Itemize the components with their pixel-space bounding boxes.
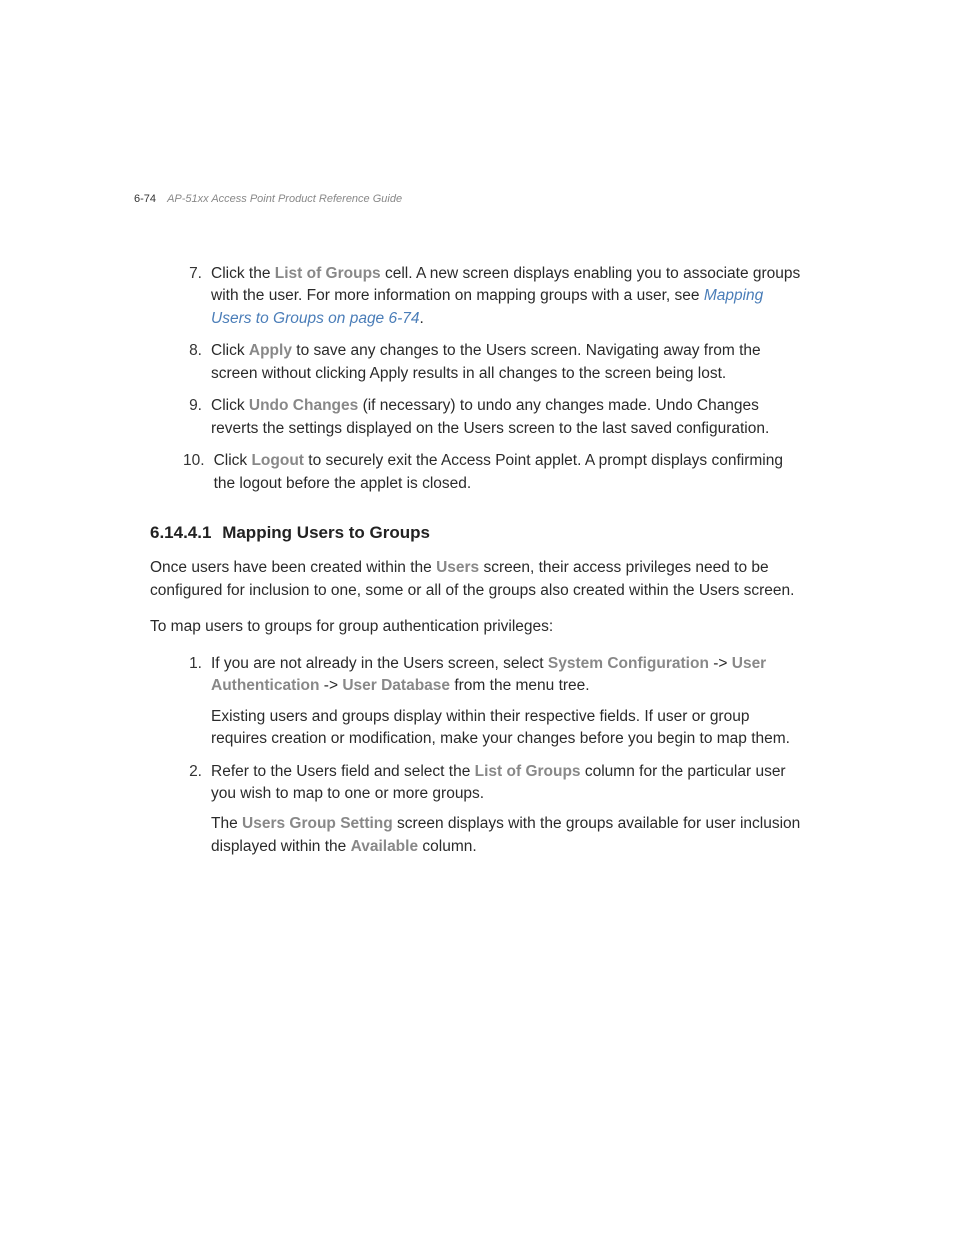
list-item: 10. Click Logout to securely exit the Ac… (183, 450, 804, 495)
list-item: 1. If you are not already in the Users s… (183, 653, 804, 751)
bold-term: Users Group Setting (242, 815, 393, 832)
list-number: 8. (183, 340, 211, 385)
bold-term: Logout (251, 452, 304, 469)
sub-paragraph: The Users Group Setting screen displays … (211, 813, 804, 858)
bold-term: System Configuration (548, 655, 709, 672)
list-content: If you are not already in the Users scre… (211, 653, 804, 751)
list-number: 1. (183, 653, 211, 751)
paragraph: To map users to groups for group authent… (150, 616, 804, 638)
page-header: 6-74 AP-51xx Access Point Product Refere… (134, 193, 402, 205)
list-item: 7. Click the List of Groups cell. A new … (183, 263, 804, 330)
bold-term: List of Groups (475, 763, 581, 780)
section-heading: 6.14.4.1 Mapping Users to Groups (150, 523, 804, 543)
list-number: 2. (183, 761, 211, 859)
list-content: Refer to the Users field and select the … (211, 761, 804, 859)
steps-list-2: 1. If you are not already in the Users s… (183, 653, 804, 859)
bold-term: User Database (342, 677, 450, 694)
list-item: 9. Click Undo Changes (if necessary) to … (183, 395, 804, 440)
bold-term: Users (436, 559, 479, 576)
paragraph: Once users have been created within the … (150, 557, 804, 602)
bold-term: Undo Changes (249, 397, 358, 414)
list-content: Click the List of Groups cell. A new scr… (211, 263, 804, 330)
steps-list-1: 7. Click the List of Groups cell. A new … (183, 263, 804, 495)
list-number: 10. (183, 450, 214, 495)
list-content: Click Logout to securely exit the Access… (214, 450, 804, 495)
sub-paragraph: Existing users and groups display within… (211, 706, 804, 751)
list-number: 9. (183, 395, 211, 440)
list-item: 2. Refer to the Users field and select t… (183, 761, 804, 859)
bold-term: List of Groups (275, 265, 381, 282)
list-content: Click Apply to save any changes to the U… (211, 340, 804, 385)
bold-term: Apply (249, 342, 292, 359)
section-number: 6.14.4.1 (150, 523, 211, 542)
section-title: Mapping Users to Groups (222, 523, 430, 542)
list-item: 8. Click Apply to save any changes to th… (183, 340, 804, 385)
bold-term: Available (351, 838, 419, 855)
list-number: 7. (183, 263, 211, 330)
page-number: 6-74 (134, 193, 156, 205)
list-content: Click Undo Changes (if necessary) to und… (211, 395, 804, 440)
doc-title: AP-51xx Access Point Product Reference G… (167, 193, 402, 205)
